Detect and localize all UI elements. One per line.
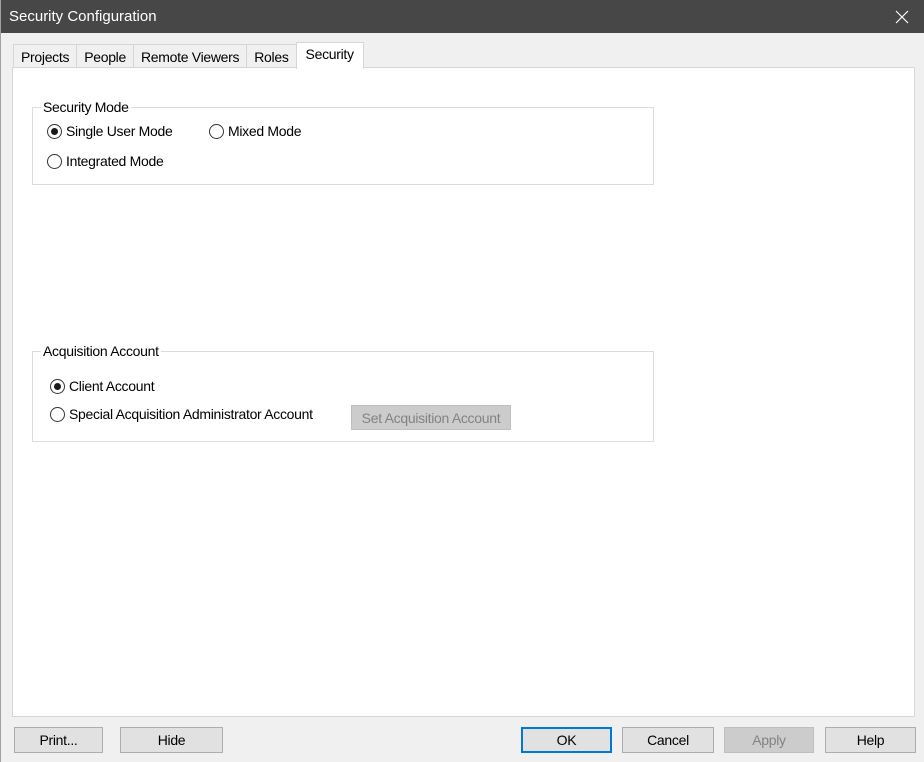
security-configuration-window: Security Configuration Projects People R… [0, 0, 924, 762]
integrated-mode-radio[interactable]: Integrated Mode [47, 153, 164, 169]
special-acquisition-admin-label: Special Acquisition Administrator Accoun… [69, 406, 313, 422]
title-bar: Security Configuration [1, 0, 924, 33]
tab-label: Remote Viewers [140, 48, 240, 65]
cancel-button[interactable]: Cancel [622, 727, 714, 753]
special-acquisition-admin-radio[interactable]: Special Acquisition Administrator Accoun… [50, 406, 313, 422]
help-button[interactable]: Help [825, 727, 916, 753]
tab-label: Security [305, 46, 354, 62]
single-user-mode-label: Single User Mode [66, 123, 173, 139]
close-icon [895, 10, 909, 23]
tab-roles[interactable]: Roles [246, 44, 297, 68]
security-mode-group: Security Mode Single User Mode Mixed Mod… [32, 99, 654, 185]
integrated-mode-label: Integrated Mode [66, 153, 164, 169]
tab-security[interactable]: Security [295, 42, 364, 69]
print-button[interactable]: Print... [14, 727, 103, 753]
mixed-mode-label: Mixed Mode [228, 123, 302, 139]
client-account-label: Client Account [69, 378, 155, 394]
hide-button[interactable]: Hide [120, 727, 223, 753]
radio-checked-icon [47, 123, 62, 139]
ok-button[interactable]: OK [521, 727, 612, 753]
radio-unchecked-icon [209, 123, 224, 139]
radio-unchecked-icon [50, 406, 65, 422]
set-acquisition-account-button[interactable]: Set Acquisition Account [351, 405, 511, 430]
tab-label: Roles [254, 48, 289, 65]
radio-checked-icon [50, 378, 65, 394]
acquisition-account-label: Acquisition Account [41, 343, 161, 359]
acquisition-account-group: Acquisition Account Client Account Speci… [32, 343, 654, 442]
tab-remote-viewers[interactable]: Remote Viewers [132, 44, 248, 68]
window-title: Security Configuration [9, 8, 157, 25]
radio-unchecked-icon [47, 153, 62, 169]
tab-strip: Projects People Remote Viewers Roles Sec… [13, 42, 364, 69]
tab-label: People [84, 48, 126, 65]
single-user-mode-radio[interactable]: Single User Mode [47, 123, 173, 139]
apply-button[interactable]: Apply [724, 727, 814, 753]
client-account-radio[interactable]: Client Account [50, 378, 155, 394]
security-mode-label: Security Mode [41, 99, 131, 115]
mixed-mode-radio[interactable]: Mixed Mode [209, 123, 302, 139]
tab-label: Projects [21, 48, 70, 65]
security-tab-panel: Security Mode Single User Mode Mixed Mod… [12, 67, 915, 717]
tab-projects[interactable]: Projects [13, 44, 78, 68]
close-button[interactable] [879, 0, 924, 33]
tab-people[interactable]: People [76, 44, 134, 68]
